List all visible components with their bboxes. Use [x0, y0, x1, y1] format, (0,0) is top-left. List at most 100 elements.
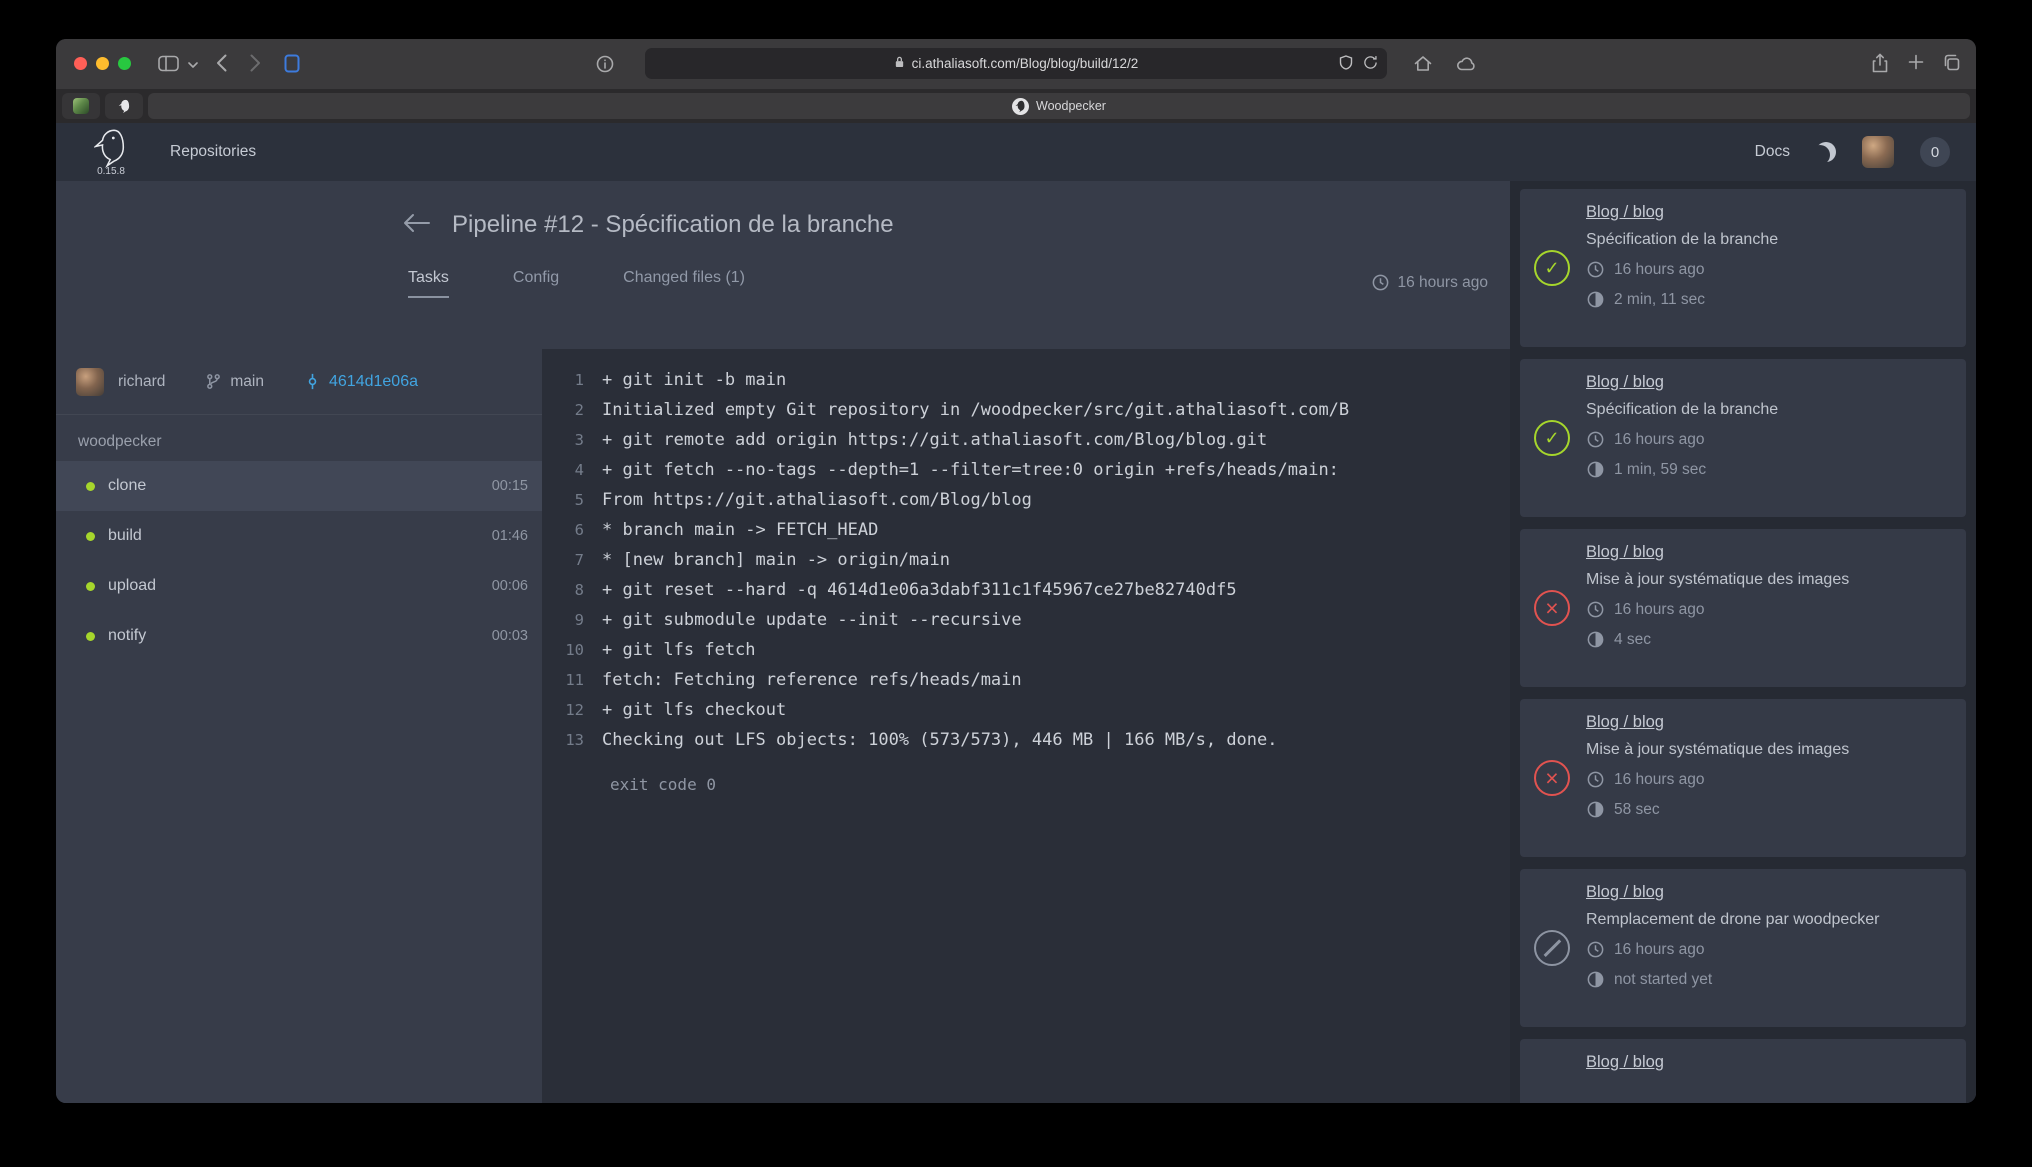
clock-icon [1586, 600, 1605, 619]
build-repo-link[interactable]: Blog / blog [1586, 1053, 1952, 1072]
reader-info-icon[interactable] [596, 55, 614, 73]
favicon-image [73, 98, 89, 114]
log-line-number: 3 [550, 425, 584, 455]
log-line-number: 9 [550, 605, 584, 635]
build-repo-link[interactable]: Blog / blog [1586, 373, 1952, 392]
status-failure-icon: × [1534, 590, 1570, 626]
task-name: notify [108, 627, 146, 645]
commit-link[interactable]: 4614d1e06a [329, 373, 418, 391]
task-status-dot [86, 582, 95, 591]
build-repo-link[interactable]: Blog / blog [1586, 713, 1952, 732]
build-message: Spécification de la branche [1586, 231, 1952, 249]
minimize-window-button[interactable] [96, 57, 109, 70]
tab-overview-icon[interactable] [1943, 54, 1960, 71]
log-line: 7* [new branch] main -> origin/main [550, 545, 1510, 575]
user-avatar[interactable] [1862, 136, 1894, 168]
task-row-build[interactable]: build01:46 [56, 511, 542, 561]
status-success-icon: ✓ [1534, 420, 1570, 456]
log-line: 13Checking out LFS objects: 100% (573/57… [550, 725, 1510, 755]
pipeline-time-ago: 16 hours ago [1371, 273, 1489, 298]
start-page-icon[interactable] [284, 54, 300, 73]
nav-docs-link[interactable]: Docs [1755, 143, 1790, 161]
back-arrow-button[interactable] [402, 213, 430, 238]
task-duration: 00:06 [492, 578, 528, 594]
log-line-number: 8 [550, 575, 584, 605]
build-card[interactable]: ✓Blog / blogSpécification de la branche1… [1520, 189, 1966, 347]
notification-badge[interactable]: 0 [1920, 137, 1950, 167]
tab-config[interactable]: Config [513, 269, 559, 298]
build-message: Mise à jour systématique des images [1586, 741, 1952, 759]
task-row-notify[interactable]: notify00:03 [56, 611, 542, 661]
url-field[interactable]: ci.athaliasoft.com/Blog/blog/build/12/2 [645, 48, 1387, 79]
log-line-number: 5 [550, 485, 584, 515]
log-area[interactable]: 1+ git init -b main2Initialized empty Gi… [542, 349, 1510, 1103]
build-card[interactable]: ×Blog / blogMise à jour systématique des… [1520, 529, 1966, 687]
task-row-upload[interactable]: upload00:06 [56, 561, 542, 611]
nav-repositories-link[interactable]: Repositories [170, 143, 256, 161]
browser-tab-active[interactable]: Woodpecker [148, 93, 1970, 119]
log-line-text: + git submodule update --init --recursiv… [602, 605, 1022, 635]
tab-tasks[interactable]: Tasks [408, 269, 449, 298]
browser-toolbar: ci.athaliasoft.com/Blog/blog/build/12/2 [56, 39, 1976, 89]
build-time: 16 hours ago [1586, 260, 1952, 279]
build-repo-link[interactable]: Blog / blog [1586, 203, 1952, 222]
log-line: 8+ git reset --hard -q 4614d1e06a3dabf31… [550, 575, 1510, 605]
pipeline-title: Pipeline #12 - Spécification de la branc… [452, 211, 894, 239]
forward-button-icon[interactable] [250, 54, 261, 72]
task-name: build [108, 527, 142, 545]
url-text: ci.athaliasoft.com/Blog/blog/build/12/2 [912, 56, 1139, 71]
task-row-clone[interactable]: clone00:15 [56, 461, 542, 511]
log-line: 12+ git lfs checkout [550, 695, 1510, 725]
build-card[interactable]: ✓Blog / blogSpécification de la branche1… [1520, 359, 1966, 517]
log-line: 5From https://git.athaliasoft.com/Blog/b… [550, 485, 1510, 515]
log-line: 1+ git init -b main [550, 365, 1510, 395]
build-time: 16 hours ago [1586, 600, 1952, 619]
log-line-number: 11 [550, 665, 584, 695]
build-card[interactable]: Blog / blogRemplacement de drone par woo… [1520, 869, 1966, 1027]
dark-mode-toggle-icon[interactable] [1816, 142, 1836, 162]
log-line: 10+ git lfs fetch [550, 635, 1510, 665]
log-line-number: 12 [550, 695, 584, 725]
reload-icon[interactable] [1363, 55, 1378, 73]
log-line: 4+ git fetch --no-tags --depth=1 --filte… [550, 455, 1510, 485]
log-line-number: 10 [550, 635, 584, 665]
woodpecker-logo[interactable]: 0.15.8 [82, 128, 140, 177]
home-icon[interactable] [1414, 55, 1432, 72]
share-icon[interactable] [1872, 53, 1888, 73]
build-card[interactable]: ×Blog / blogMise à jour systématique des… [1520, 699, 1966, 857]
task-status-dot [86, 482, 95, 491]
tab-changed-files-1-[interactable]: Changed files (1) [623, 269, 745, 298]
back-button-icon[interactable] [216, 54, 227, 72]
log-line: 2Initialized empty Git repository in /wo… [550, 395, 1510, 425]
app-navbar: 0.15.8 Repositories Docs 0 [56, 123, 1976, 181]
build-repo-link[interactable]: Blog / blog [1586, 543, 1952, 562]
browser-tab-1[interactable] [62, 93, 100, 119]
privacy-report-icon[interactable] [1339, 55, 1353, 73]
icloud-tabs-icon[interactable] [1456, 57, 1476, 71]
tab-title: Woodpecker [1036, 99, 1106, 113]
zoom-window-button[interactable] [118, 57, 131, 70]
build-duration: 4 sec [1586, 630, 1952, 649]
exit-code-text: exit code 0 [610, 775, 1510, 794]
log-line-number: 4 [550, 455, 584, 485]
build-card[interactable]: Blog / blog [1520, 1039, 1966, 1103]
new-tab-icon[interactable] [1908, 54, 1924, 70]
pipeline-tabs: Tasks Config Changed files (1) 16 hours ago [56, 269, 1510, 298]
browser-tabstrip: Woodpecker [56, 89, 1976, 123]
task-duration: 00:15 [492, 478, 528, 494]
build-time: 16 hours ago [1586, 430, 1952, 449]
build-time: 16 hours ago [1586, 940, 1952, 959]
browser-tab-2[interactable] [105, 93, 143, 119]
pipeline-left-panel: richard main 4614d1e06a woodpecker cl [56, 349, 542, 1103]
log-line-text: * [new branch] main -> origin/main [602, 545, 950, 575]
woodpecker-favicon [118, 99, 131, 114]
close-window-button[interactable] [74, 57, 87, 70]
build-duration: 58 sec [1586, 800, 1952, 819]
build-repo-link[interactable]: Blog / blog [1586, 883, 1952, 902]
commit-icon [304, 373, 321, 390]
log-line-text: Initialized empty Git repository in /woo… [602, 395, 1349, 425]
duration-icon [1586, 800, 1605, 819]
browser-window: ci.athaliasoft.com/Blog/blog/build/12/2 [56, 39, 1976, 1103]
sidebar-toggle-icon[interactable] [158, 55, 179, 72]
chevron-down-icon[interactable] [188, 62, 198, 68]
